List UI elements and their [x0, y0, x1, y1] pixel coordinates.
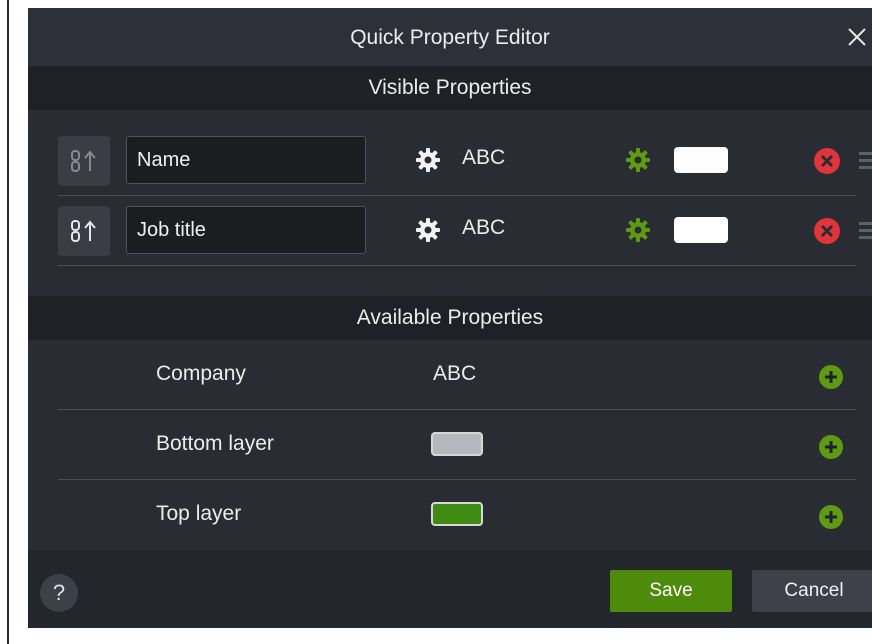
remove-property-icon[interactable] [813, 217, 841, 245]
available-property-row: Company ABC [58, 340, 856, 410]
add-property-icon[interactable] [818, 434, 844, 460]
dialog-titlebar: Quick Property Editor [28, 8, 872, 66]
visible-property-row: ABC [58, 126, 872, 196]
property-type-label: ABC [462, 216, 506, 239]
remove-property-icon[interactable] [813, 147, 841, 175]
property-type-label: ABC [462, 146, 506, 169]
available-property-value: ABC [433, 362, 477, 385]
color-settings-gear-icon[interactable] [624, 146, 652, 174]
visible-properties-header: Visible Properties [28, 66, 872, 110]
close-icon[interactable] [846, 26, 868, 48]
row-divider [58, 265, 856, 266]
link-toggle-icon [71, 150, 96, 172]
top-layer-color-swatch [431, 502, 483, 526]
color-swatch[interactable] [674, 147, 728, 173]
available-property-row: Top layer [58, 480, 856, 550]
property-settings-gear-icon[interactable] [414, 146, 442, 174]
bottom-layer-color-swatch [431, 432, 483, 456]
link-toggle-button[interactable] [58, 206, 110, 256]
cancel-button[interactable]: Cancel [752, 570, 872, 612]
property-settings-gear-icon[interactable] [414, 216, 442, 244]
available-property-row: Bottom layer [58, 410, 856, 480]
dialog-title: Quick Property Editor [350, 26, 550, 49]
link-toggle-icon [71, 220, 96, 242]
link-toggle-button[interactable] [58, 136, 110, 186]
add-property-icon[interactable] [818, 504, 844, 530]
color-swatch[interactable] [674, 217, 728, 243]
available-property-label: Bottom layer [156, 432, 274, 455]
property-name-field[interactable] [126, 136, 366, 184]
available-property-label: Top layer [156, 502, 242, 525]
dialog-footer: ? Save Cancel [28, 550, 872, 628]
save-button[interactable]: Save [610, 570, 732, 612]
add-property-icon[interactable] [818, 364, 844, 390]
available-properties-header: Available Properties [28, 296, 872, 340]
quick-property-editor-dialog: Quick Property Editor Visible Properties [28, 8, 872, 628]
window-edge-divider [7, 0, 9, 644]
drag-handle-icon[interactable] [858, 220, 872, 242]
help-button[interactable]: ? [40, 574, 78, 612]
color-settings-gear-icon[interactable] [624, 216, 652, 244]
property-name-field[interactable] [126, 206, 366, 254]
visible-property-row: ABC [58, 196, 872, 266]
available-property-label: Company [156, 362, 246, 385]
drag-handle-icon[interactable] [858, 150, 872, 172]
